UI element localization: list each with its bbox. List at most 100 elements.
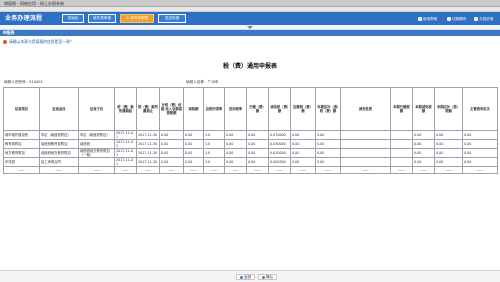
- table-cell: 0.00: [246, 130, 269, 140]
- table-cell: 2017-11-01: [114, 148, 137, 158]
- table-header-row: 征收项目 征收品目 征收子目 税（费）款所属期起 税（费）款所属期止 计税（费）…: [3, 87, 498, 131]
- table-cell: 0.00: [462, 148, 498, 158]
- table-cell: 0.00: [290, 130, 316, 140]
- table-cell: 2017-11-01: [114, 157, 137, 167]
- column-header: 征收子目: [78, 87, 115, 131]
- table-cell: 0.00: [434, 148, 463, 158]
- table-cell: [340, 157, 391, 167]
- window-titlebar: 增值税 - 网络应用 - 网上办税系统: [0, 0, 500, 7]
- table-cell: 1.0: [203, 148, 225, 158]
- column-header: 减免性质: [340, 87, 391, 131]
- step-current[interactable]: 3. 填写申报表: [120, 14, 154, 23]
- confirm-icon: [262, 275, 265, 279]
- table-cell: 地方教育附加: [3, 148, 40, 158]
- panel-header: 申报表: [0, 30, 500, 36]
- table-cell: ——: [183, 166, 204, 174]
- column-header: 适用税率: [224, 87, 247, 131]
- table-cell: ——: [412, 166, 435, 174]
- table-cell: 2017-11-01: [114, 139, 137, 149]
- help-link[interactable]: 使用帮助: [418, 16, 437, 22]
- table-cell: 印花税: [3, 157, 40, 167]
- table-cell: ——: [246, 166, 269, 174]
- table-cell: 0.00: [246, 148, 269, 158]
- table-cell: [340, 130, 391, 140]
- table-cell: 0.00: [224, 148, 247, 158]
- table-cell: 0.00: [159, 139, 184, 149]
- table-row: 印花税 加工承揽合同 2017-11-01 2017-11-30 0.00 0.00 1.0…: [3, 157, 498, 167]
- table-cell: 0.00: [315, 139, 341, 149]
- table-cell: 0.030000: [268, 139, 291, 149]
- switch-icon: [447, 17, 451, 21]
- back-button[interactable]: 返回: [236, 274, 256, 280]
- column-header: 本期已缴税额: [390, 87, 413, 131]
- table-cell: 2017-11-30: [136, 148, 160, 158]
- brand-title: 业务办理流程: [5, 15, 43, 22]
- table-cell: 0.00: [246, 139, 269, 149]
- taxpayer-id: 纳税人识别号：914401: [4, 80, 43, 84]
- column-header: 税（费）款所属期起: [114, 87, 137, 131]
- table-cell: ——: [136, 166, 160, 174]
- table-cell: 教育费附加: [3, 139, 40, 149]
- step-init[interactable]: 初始化: [62, 14, 84, 23]
- table-cell: 0.00: [434, 139, 463, 149]
- switch-link[interactable]: 切换模块: [447, 16, 466, 22]
- table-cell: [390, 130, 413, 140]
- table-cell: 0.00: [159, 130, 184, 140]
- step-send[interactable]: 发送申报: [158, 14, 186, 23]
- table-cell: 0.00: [462, 157, 498, 167]
- table-cell: 市区（增值税附征）: [39, 130, 79, 140]
- taxpayer-name: 纳税人名称：广州市: [186, 80, 219, 84]
- confirm-button[interactable]: 确认: [258, 274, 278, 280]
- docs-link[interactable]: 文档说明: [474, 16, 493, 22]
- warning-icon: [3, 40, 7, 44]
- column-header: 本期应补（退）税（费）额: [315, 87, 341, 131]
- table-cell: 0.00: [462, 139, 498, 149]
- table-cell: ——: [462, 166, 498, 174]
- table-cell: 0.00: [315, 130, 341, 140]
- table-row: 城市维护建设税 市区（增值税附征） 市区（增值税附征） 2017-11-01 2017-…: [3, 130, 498, 140]
- column-header: 应缴税（费）额: [290, 87, 316, 131]
- table-cell: ——: [390, 166, 413, 174]
- table-cell: 0.00: [159, 157, 184, 167]
- table-cell: 0.00: [224, 139, 247, 149]
- table-cell: ——: [315, 166, 341, 174]
- app-header: 业务办理流程 初始化 填写表申报 3. 填写申报表 发送申报 使用帮助 切换模块…: [0, 12, 500, 25]
- table-cell: 2017-11-30: [136, 130, 160, 140]
- table-row: 地方教育附加 增值税地方教育附加 增值税地方教育附加（一般） 2017-11-01 20…: [3, 148, 498, 158]
- tax-table: 征收项目 征收品目 征收子目 税（费）款所属期起 税（费）款所属期止 计税（费）…: [3, 87, 498, 174]
- table-cell: 0.000500: [268, 157, 291, 167]
- table-cell: 2017-11-30: [136, 157, 160, 167]
- table-cell: ——: [434, 166, 463, 174]
- column-header: 本期应补（退）税额: [434, 87, 463, 131]
- column-header: 本期减免税额: [412, 87, 435, 131]
- table-cell: 0.00: [315, 157, 341, 167]
- table-cell: 0.00: [412, 139, 435, 149]
- docs-icon: [474, 17, 478, 21]
- table-row: —— —— —— —— —— —— —— —— —— —— —— —— —— —— —— —— —— ——: [3, 166, 498, 174]
- table-cell: 0.00: [290, 157, 316, 167]
- table-cell: ——: [114, 166, 137, 174]
- table-cell: [390, 157, 413, 167]
- table-cell: 1.0: [203, 130, 225, 140]
- table-cell: 0.00: [290, 148, 316, 158]
- panel-title: 申报表: [3, 30, 15, 35]
- column-header: 征收品目: [39, 87, 79, 131]
- table-cell: ——: [268, 166, 291, 174]
- table-cell: 0.020000: [268, 148, 291, 158]
- table-cell: 0.00: [462, 130, 498, 140]
- back-icon: [240, 275, 243, 279]
- table-cell: ——: [78, 166, 115, 174]
- table-row: 教育费附加 增值税教育费附加 增值税 2017-11-01 2017-11-30 0.00…: [3, 139, 498, 149]
- column-header: 征收项目: [3, 87, 40, 131]
- table-cell: ——: [224, 166, 247, 174]
- step-fill[interactable]: 填写表申报: [88, 14, 116, 23]
- table-cell: ——: [340, 166, 391, 174]
- table-cell: 0.00: [224, 157, 247, 167]
- table-cell: 增值税: [78, 139, 115, 149]
- table-cell: 0.00: [412, 130, 435, 140]
- table-cell: ——: [290, 166, 316, 174]
- table-cell: [340, 139, 391, 149]
- table-cell: 0.00: [434, 130, 463, 140]
- column-header: 税（费）款所属期止: [136, 87, 160, 131]
- column-header: 减除额: [183, 87, 204, 131]
